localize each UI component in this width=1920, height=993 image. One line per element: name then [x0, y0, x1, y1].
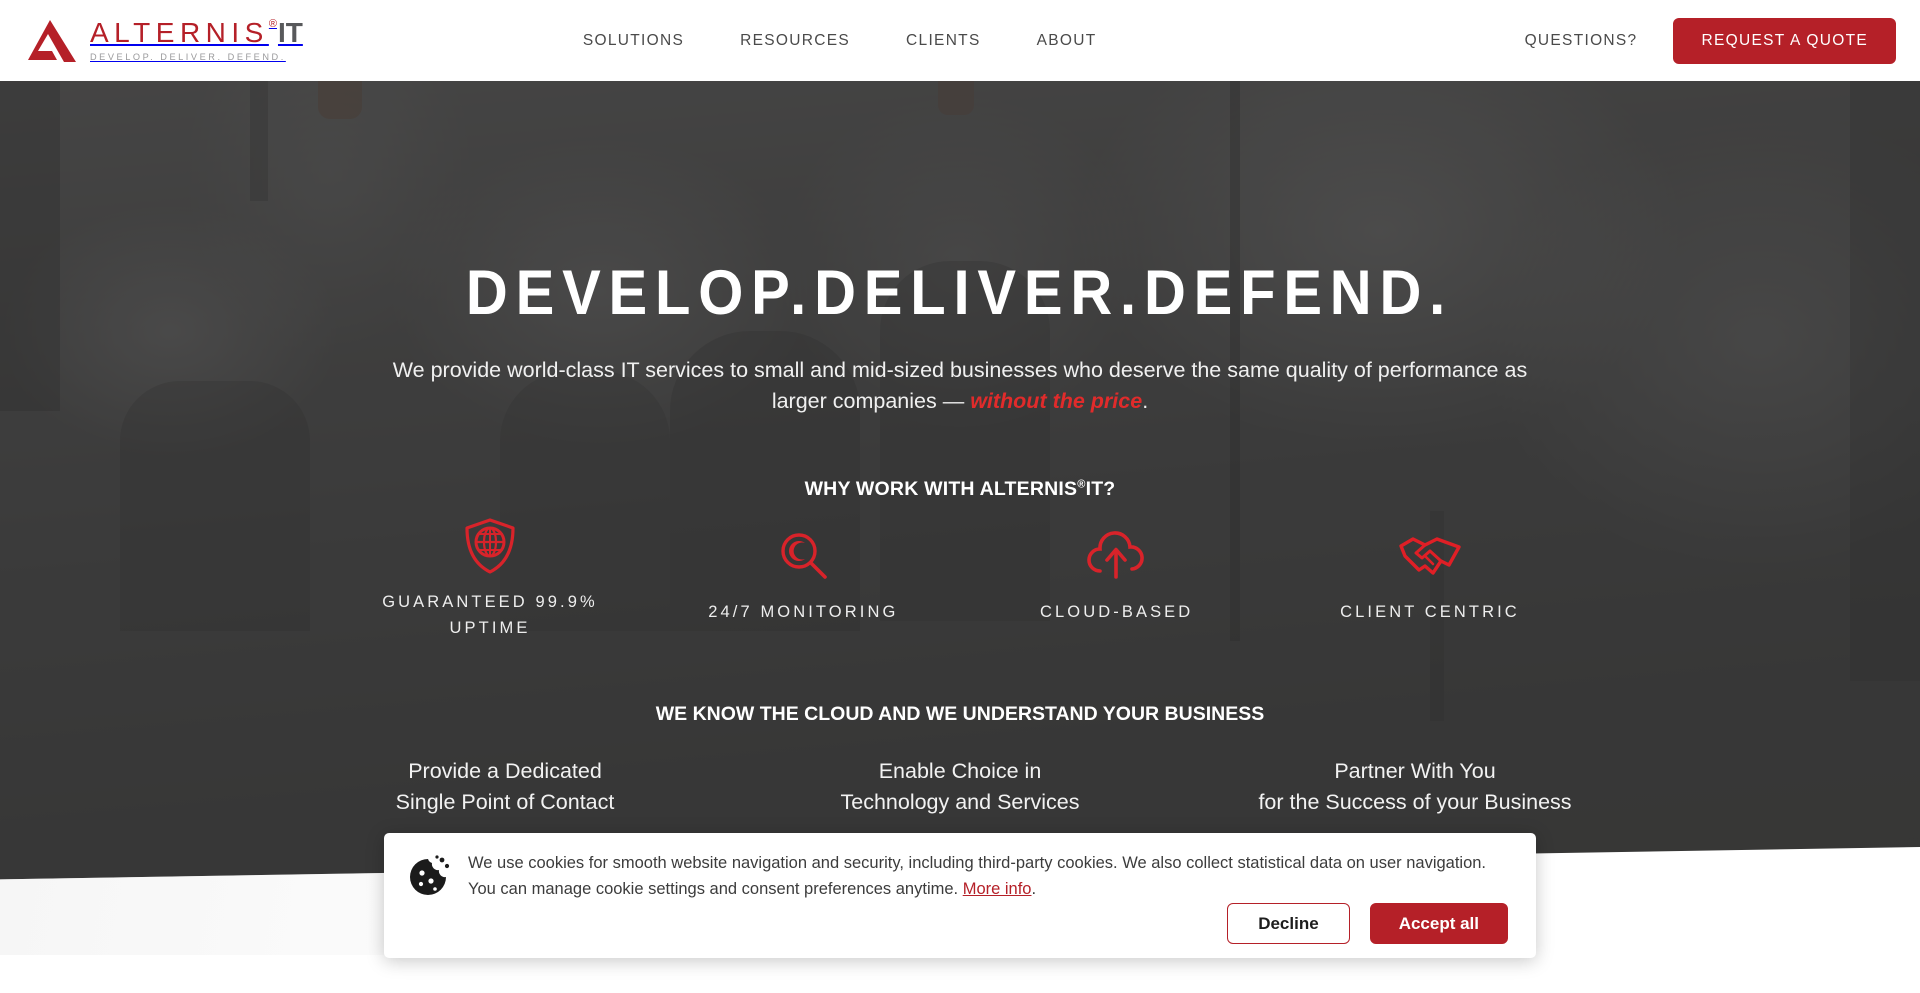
cloud-column-line2: Single Point of Contact [395, 790, 615, 814]
feature-item-cloud: CLOUD-BASED [967, 527, 1267, 641]
header-actions: QUESTIONS? REQUEST A QUOTE [1525, 17, 1896, 64]
decline-cookies-button[interactable]: Decline [1227, 903, 1350, 944]
feature-label-monitoring: 24/7 MONITORING [708, 603, 899, 621]
accept-all-cookies-button[interactable]: Accept all [1369, 903, 1508, 944]
site-logo[interactable]: ALTERNIS ® IT DEVELOP. DELIVER. DEFEND. [26, 13, 303, 69]
questions-link[interactable]: QUESTIONS? [1525, 32, 1638, 50]
logo-registered-mark: ® [268, 18, 277, 30]
cloud-column-line1: Enable Choice in [878, 759, 1042, 783]
cookie-banner-text: We use cookies for smooth website naviga… [468, 851, 1498, 902]
hero-title: DEVELOP.DELIVER.DEFEND. [466, 258, 1454, 328]
feature-label-uptime: GUARANTEED 99.9% UPTIME [382, 593, 598, 637]
cookie-consent-banner: We use cookies for smooth website naviga… [384, 833, 1536, 958]
cloud-column-line1: Provide a Dedicated [408, 759, 602, 783]
cloud-column: Enable Choice in Technology and Services [795, 756, 1125, 818]
nav-item-about[interactable]: ABOUT [1037, 32, 1097, 50]
cloud-column-line2: for the Success of your Business [1258, 790, 1572, 814]
magnifier-eye-icon [775, 527, 831, 585]
nav-item-clients[interactable]: CLIENTS [906, 32, 981, 50]
logo-text-block: ALTERNIS ® IT DEVELOP. DELIVER. DEFEND. [90, 19, 303, 63]
cloud-column: Partner With You for the Success of your… [1250, 756, 1580, 818]
why-title-suffix: IT? [1085, 478, 1116, 500]
shield-globe-icon [462, 517, 518, 575]
hero-subtitle-line2-suffix: . [1142, 389, 1149, 413]
handshake-icon [1397, 527, 1463, 585]
cloud-section-columns: Provide a Dedicated Single Point of Cont… [340, 756, 1580, 818]
alternis-a-mark-icon [28, 19, 76, 62]
hero-section: DEVELOP.DELIVER.DEFEND. We provide world… [0, 81, 1920, 955]
feature-item-client-centric: CLIENT CENTRIC [1280, 527, 1580, 641]
feature-item-uptime: GUARANTEED 99.9% UPTIME [340, 517, 640, 641]
site-header: ALTERNIS ® IT DEVELOP. DELIVER. DEFEND. … [0, 0, 1920, 81]
request-a-quote-button[interactable]: REQUEST A QUOTE [1673, 17, 1896, 64]
hero-subtitle-emphasis: without the price [970, 389, 1143, 413]
feature-item-monitoring: 24/7 MONITORING [653, 527, 953, 641]
feature-label-client-centric: CLIENT CENTRIC [1340, 603, 1520, 621]
feature-list: GUARANTEED 99.9% UPTIME 24/7 MONITORING [340, 518, 1580, 641]
cookie-text-part2: . [1031, 879, 1037, 898]
hero-subtitle-line1: We provide world-class IT services to sm… [392, 358, 1499, 382]
logo-tagline: DEVELOP. DELIVER. DEFEND. [90, 52, 286, 62]
feature-label-cloud: CLOUD-BASED [1040, 603, 1194, 621]
nav-item-solutions[interactable]: SOLUTIONS [583, 32, 684, 50]
why-work-with-us-title: WHY WORK WITH ALTERNIS®IT? [805, 478, 1116, 501]
more-info-link[interactable]: More info [963, 880, 1032, 898]
cookie-banner-body: We use cookies for smooth website naviga… [452, 851, 1510, 944]
why-title-prefix: WHY WORK WITH ALTERNIS [804, 478, 1078, 500]
why-title-registered-mark: ® [1077, 478, 1086, 491]
logo-name-suffix: IT [277, 17, 303, 48]
cloud-section-title: WE KNOW THE CLOUD AND WE UNDERSTAND YOUR… [655, 703, 1265, 725]
cloud-column-line1: Partner With You [1334, 759, 1496, 783]
cloud-column: Provide a Dedicated Single Point of Cont… [340, 756, 670, 818]
cloud-column-line2: Technology and Services [840, 790, 1080, 814]
logo-wordmark: ALTERNIS ® IT [90, 19, 303, 47]
hero-content: DEVELOP.DELIVER.DEFEND. We provide world… [0, 81, 1920, 955]
cookie-icon [406, 851, 452, 944]
primary-nav: SOLUTIONS RESOURCES CLIENTS ABOUT [583, 32, 1097, 50]
hero-subtitle: We provide world-class IT services to sm… [380, 355, 1540, 417]
cloud-upload-icon [1086, 527, 1148, 585]
nav-item-resources[interactable]: RESOURCES [740, 32, 850, 50]
cookie-banner-actions: Decline Accept all [468, 903, 1510, 944]
logo-name-main: ALTERNIS [90, 17, 269, 48]
